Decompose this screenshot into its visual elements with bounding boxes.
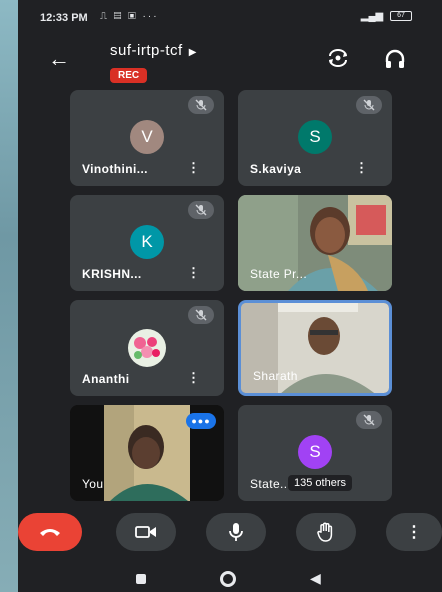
home-icon[interactable] — [220, 571, 236, 587]
more-vert-icon: ⋮ — [406, 524, 422, 541]
others-count-badge: 135 others — [288, 475, 352, 491]
signal-icon: ▂▄▆ — [360, 11, 384, 22]
participant-tile[interactable]: K KRISHN... ⋮ — [70, 195, 224, 291]
mic-icon — [229, 523, 243, 541]
back-icon[interactable]: ◀ — [310, 570, 321, 587]
participant-video-tile[interactable]: Sharath — [238, 300, 392, 396]
participant-tile[interactable]: S S.kaviya ⋮ — [238, 90, 392, 186]
participant-video-tile[interactable]: State Pr... — [238, 195, 392, 291]
avatar: S — [298, 120, 332, 154]
videocam-icon — [135, 526, 156, 538]
avatar: K — [130, 225, 164, 259]
status-time: 12:33 PM — [40, 12, 88, 24]
recording-badge: REC — [110, 68, 148, 83]
more-vert-icon[interactable]: ⋮ — [187, 265, 200, 281]
chevron-right-icon: ▶ — [188, 47, 197, 58]
participant-tile[interactable]: Ananthi ⋮ — [70, 300, 224, 396]
more-vert-icon[interactable]: ⋮ — [187, 370, 200, 386]
more-vert-icon[interactable]: ⋮ — [355, 160, 368, 176]
back-arrow-icon[interactable]: ← — [48, 46, 70, 72]
status-bar: 12:33 PM ⎍ ▤ ▣ ··· ▂▄▆ 67 — [18, 0, 442, 32]
mic-off-icon — [188, 306, 214, 324]
mic-off-icon — [188, 96, 214, 114]
signal-battery: ▂▄▆ 67 — [361, 11, 412, 22]
system-navigation-bar: ◀ — [18, 568, 442, 592]
avatar: S — [298, 435, 332, 469]
meeting-code: suf-irtp-tcf — [110, 42, 183, 59]
call-controls: ⋮ — [18, 513, 442, 553]
participant-name: You — [82, 477, 104, 491]
mic-off-icon — [188, 201, 214, 219]
more-options-button[interactable]: ⋮ — [386, 513, 442, 551]
meet-app: 12:33 PM ⎍ ▤ ▣ ··· ▂▄▆ 67 ← suf-irtp-tcf… — [18, 0, 442, 592]
microphone-button[interactable] — [206, 513, 266, 551]
battery-icon: 67 — [390, 11, 412, 22]
participant-name: Vinothini... — [82, 162, 148, 176]
participant-name: State... — [250, 477, 292, 491]
participant-name: Ananthi — [82, 372, 130, 386]
more-vert-icon[interactable]: ⋮ — [187, 160, 200, 176]
self-video-tile[interactable]: ●●● You — [70, 405, 224, 501]
meeting-header: ← suf-irtp-tcf ▶ REC — [18, 32, 442, 88]
camera-button[interactable] — [116, 513, 176, 551]
end-call-button[interactable] — [18, 513, 82, 551]
participant-name: S.kaviya — [250, 162, 302, 176]
headphones-icon[interactable] — [384, 48, 406, 70]
others-tile[interactable]: S State... 135 others — [238, 405, 392, 501]
speaking-indicator-icon: ●●● — [186, 413, 216, 429]
participant-name: State Pr... — [250, 267, 308, 281]
background-wallpaper — [0, 0, 18, 592]
avatar: V — [130, 120, 164, 154]
mic-off-icon — [356, 411, 382, 429]
participant-name: Sharath — [253, 369, 298, 383]
participant-tile[interactable]: V Vinothini... ⋮ — [70, 90, 224, 186]
switch-camera-icon[interactable] — [326, 48, 350, 68]
mic-off-icon — [356, 96, 382, 114]
hand-icon — [317, 522, 333, 542]
call-end-icon — [40, 529, 60, 536]
notification-icons: ⎍ ▤ ▣ ··· — [100, 11, 159, 22]
recents-icon[interactable] — [136, 574, 146, 584]
raise-hand-button[interactable] — [296, 513, 356, 551]
participant-name: KRISHN... — [82, 267, 142, 281]
meeting-title[interactable]: suf-irtp-tcf ▶ — [110, 42, 197, 59]
flowers-avatar-icon — [128, 329, 166, 367]
